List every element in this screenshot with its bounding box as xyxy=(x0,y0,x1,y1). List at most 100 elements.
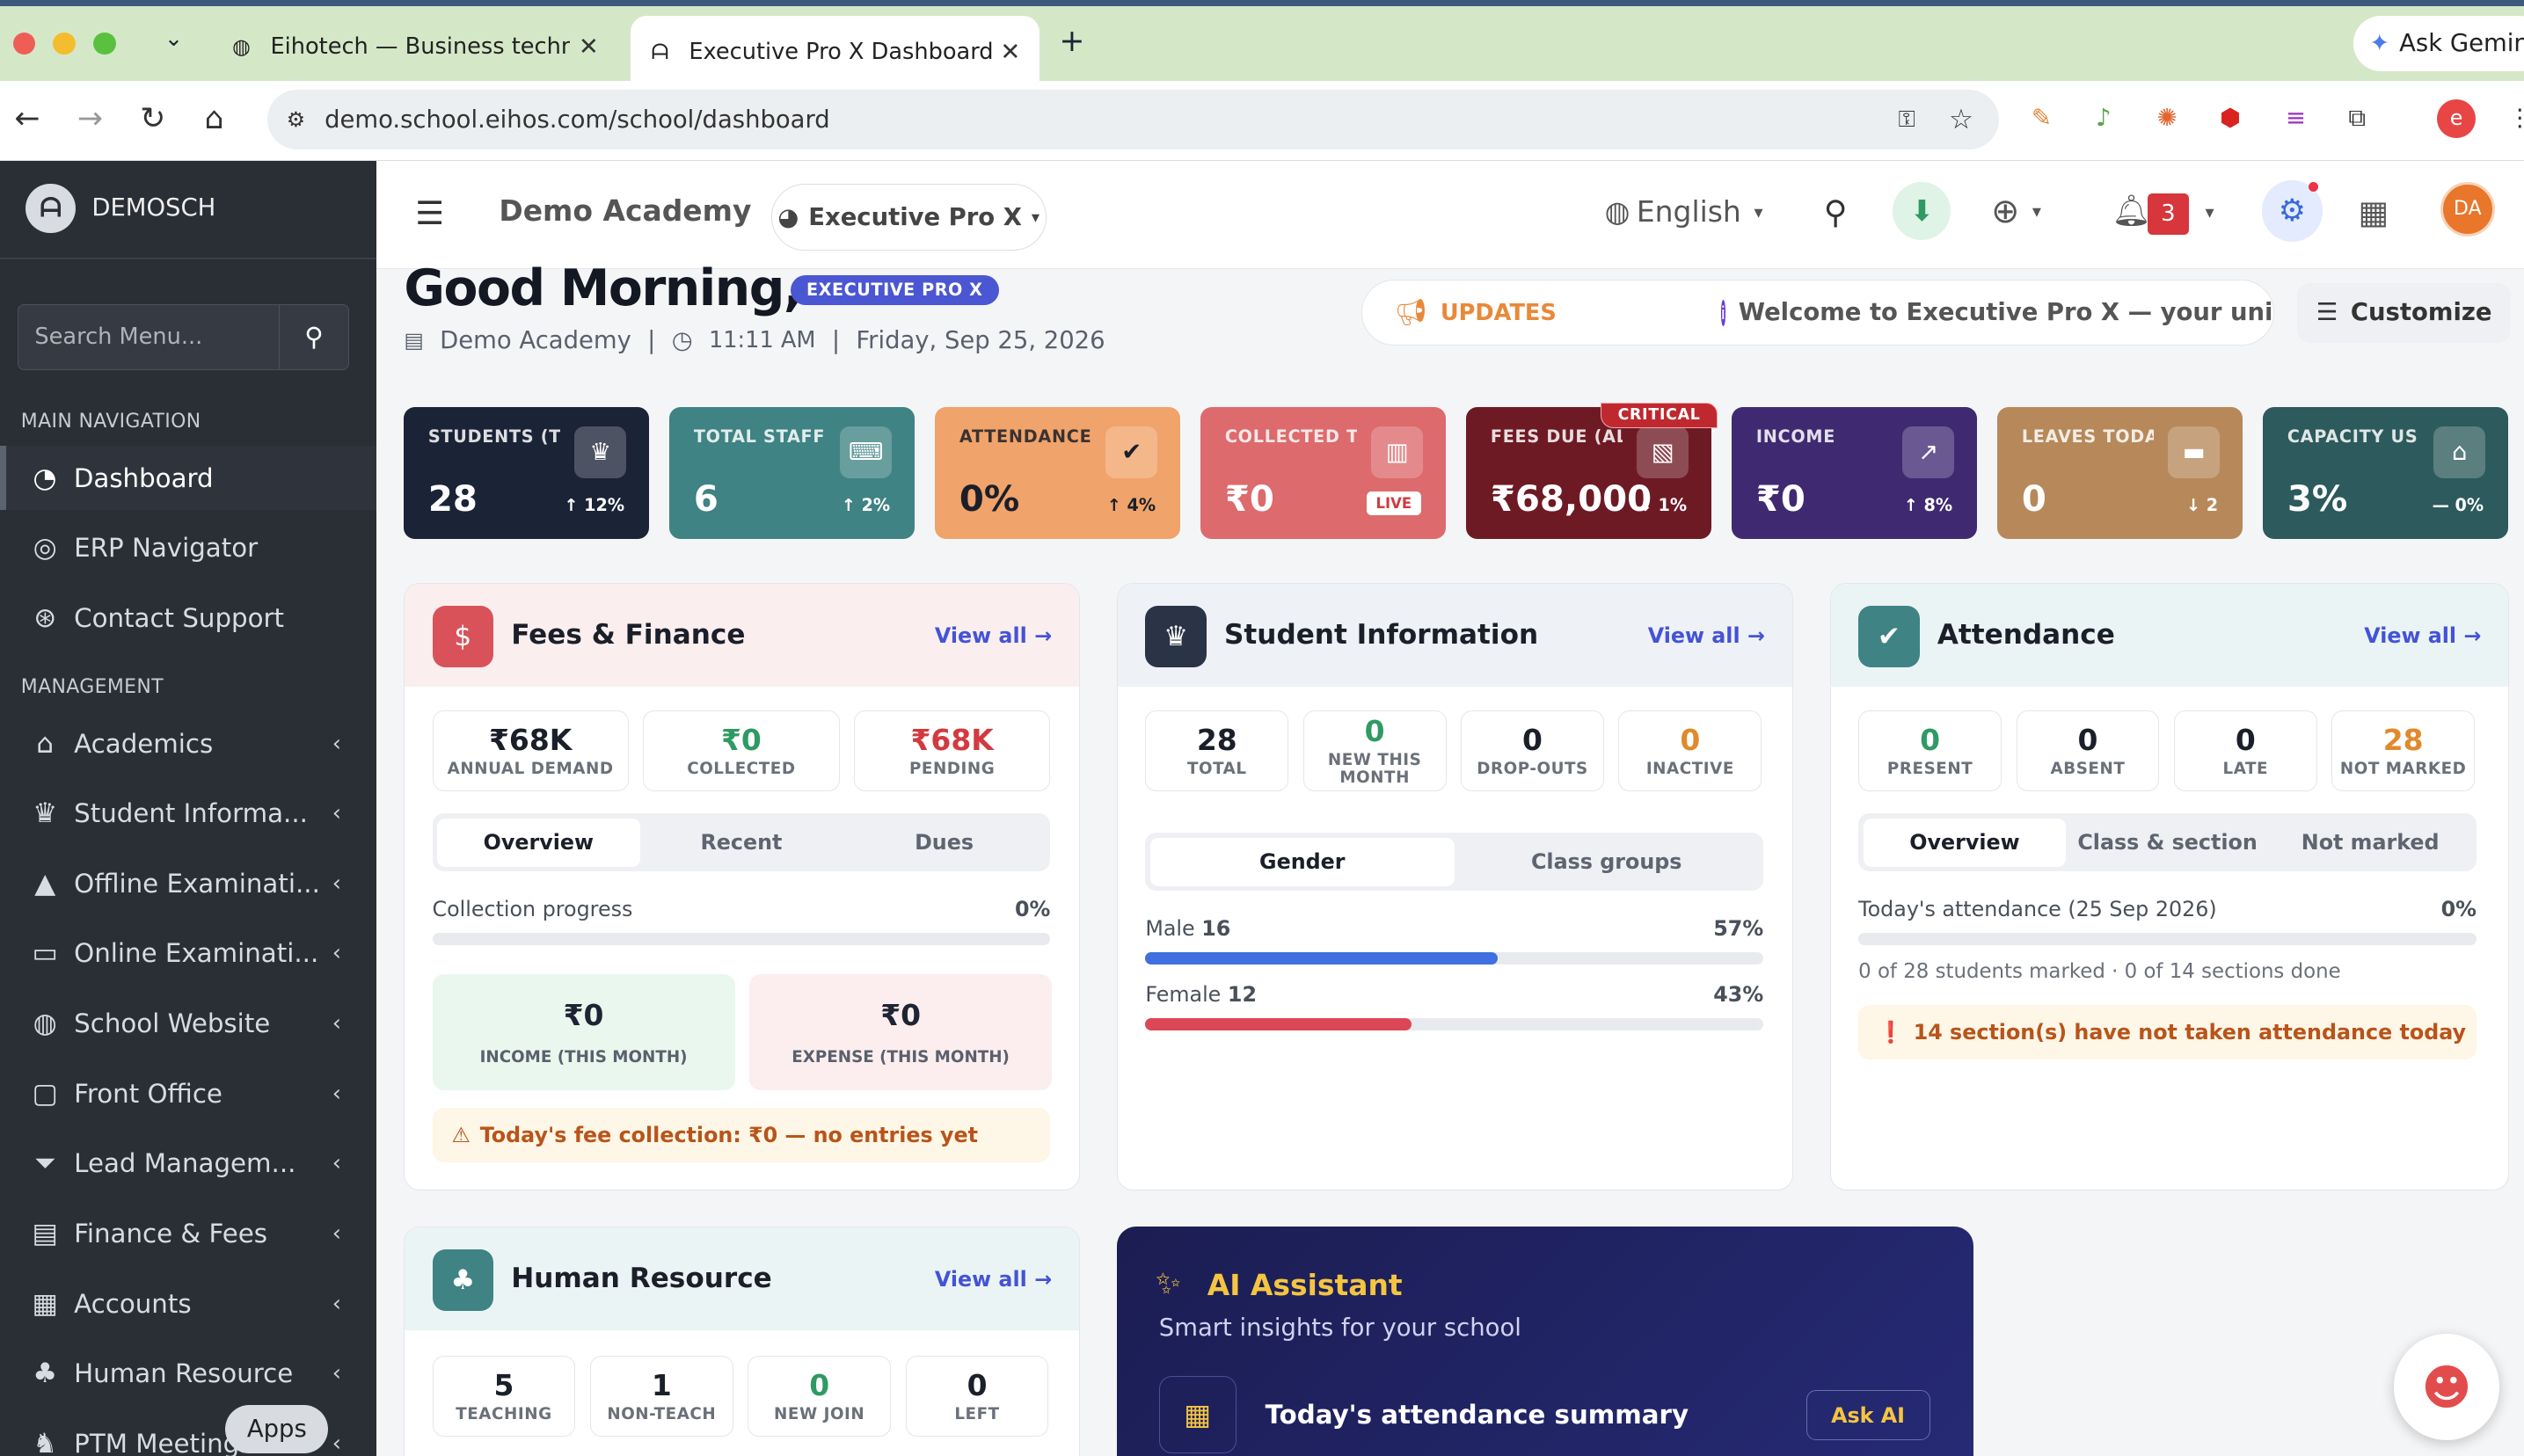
close-tab-icon[interactable]: ✕ xyxy=(579,33,599,61)
maximize-window-icon[interactable] xyxy=(93,32,116,55)
stat-card[interactable]: STUDENTS (T... ♛ 28 ↑ 12% xyxy=(404,407,649,540)
school-name: Demo Academy xyxy=(499,193,752,228)
download-icon[interactable]: ⬇ xyxy=(1893,181,1951,240)
browser-menu-icon[interactable]: ⋮ xyxy=(2508,103,2524,135)
updates-ticker[interactable]: 📢︎ UPDATES i Welcome to Executive Pro X … xyxy=(1361,280,2275,346)
bookmark-star-icon[interactable]: ☆ xyxy=(1949,104,1973,135)
stat-card[interactable]: LEAVES TODAY ▬ 0 ↓ 2 xyxy=(1997,407,2243,540)
globe-icon: ◍ xyxy=(232,34,251,60)
hamburger-menu-icon[interactable]: ☰ xyxy=(415,194,444,232)
alert-circle-icon: ❗ xyxy=(1878,1020,1904,1045)
tab-recent[interactable]: Recent xyxy=(640,819,843,867)
site-settings-icon[interactable]: ⚙ xyxy=(287,107,305,132)
critical-flag: CRITICAL xyxy=(1601,402,1718,428)
stat-card[interactable]: INCOME ↗ ₹0 ↑ 8% xyxy=(1732,407,1977,540)
ask-ai-button[interactable]: Ask AI xyxy=(1805,1390,1930,1441)
sidebar-item-front-office[interactable]: ▢ Front Office ‹ xyxy=(0,1061,376,1125)
tab-executive-dashboard[interactable]: ᗩ Executive Pro X Dashboard ✕ xyxy=(631,16,1040,89)
extensions-puzzle-icon[interactable]: ⧉ xyxy=(2348,103,2366,135)
stat-value: 28 xyxy=(427,479,478,521)
notification-bell-icon[interactable]: 🔔︎ xyxy=(2112,193,2150,229)
magic-wand-icon: ✨︎ xyxy=(1156,1266,1181,1302)
text-extension-icon[interactable]: ≡ xyxy=(2286,103,2306,135)
tab-dues[interactable]: Dues xyxy=(843,819,1046,867)
sidebar-item-offline-examinati-[interactable]: ▲ Offline Examinati... ‹ xyxy=(0,851,376,915)
tab-not-marked[interactable]: Not marked xyxy=(2269,819,2472,867)
status-dot xyxy=(2308,181,2318,192)
chevron-left-icon: ‹ xyxy=(332,730,342,757)
attendance-alert: ❗ 14 section(s) have not taken attendanc… xyxy=(1858,1005,2477,1060)
tab-overview[interactable]: Overview xyxy=(1863,818,2067,867)
hr-view-all-link[interactable]: View all → xyxy=(935,1267,1052,1292)
human-resource-card: ♣ Human Resource View all → 5 TEACHING 1 NO… xyxy=(404,1226,1081,1456)
students-view-all-link[interactable]: View all → xyxy=(1648,623,1765,648)
search-icon[interactable]: ⚲ xyxy=(1824,193,1848,231)
add-new-icon[interactable]: ⊕ ▾ xyxy=(1991,192,2041,231)
theme-selector[interactable]: ◕ Executive Pro X ▾ xyxy=(770,183,1047,251)
forward-icon[interactable]: → xyxy=(77,101,103,136)
sliders-icon: ☰ xyxy=(2316,299,2338,327)
music-extension-icon[interactable]: ♪ xyxy=(2096,103,2112,135)
attendance-view-all-link[interactable]: View all → xyxy=(2364,623,2481,648)
sidebar-item-dashboard[interactable]: ◔ Dashboard xyxy=(0,445,377,511)
stat-card[interactable]: COLLECTED T... ▥ ₹0 LIVE xyxy=(1200,407,1446,540)
tab-class-section[interactable]: Class & section xyxy=(2066,819,2269,867)
tab-list-chevron-icon[interactable]: ⌄ xyxy=(164,25,183,52)
ai-suggestion[interactable]: Today's attendance summary xyxy=(1266,1400,1689,1430)
minimize-window-icon[interactable] xyxy=(53,32,76,55)
sidebar-item-human-resource[interactable]: ♣ Human Resource ‹ xyxy=(0,1342,376,1406)
sidebar-search-input[interactable]: Search Menu... xyxy=(18,303,279,370)
new-tab-button[interactable]: + xyxy=(1059,24,1084,59)
stat-card[interactable]: TOTAL STAFF ⌨ 6 ↑ 2% xyxy=(669,407,915,540)
user-avatar[interactable]: DA xyxy=(2440,181,2495,237)
sidebar-item-accounts[interactable]: ▦ Accounts ‹ xyxy=(0,1271,376,1336)
stat-card[interactable]: FEES DUE (ALL... ▧₹68,000↓ 1% CRITICAL xyxy=(1466,402,1718,540)
address-bar[interactable]: ⚙ demo.school.eihos.com/school/dashboard… xyxy=(266,90,2000,150)
school-icon: ⌂ xyxy=(36,727,55,760)
tab-gender[interactable]: Gender xyxy=(1149,837,1455,886)
back-icon[interactable]: ← xyxy=(14,101,40,136)
sidebar-item-student-informa-[interactable]: ♛ Student Informa... ‹ xyxy=(0,782,376,846)
sidebar-item-academics[interactable]: ⌂ Academics ‹ xyxy=(0,711,376,775)
chevron-down-icon[interactable]: ▾ xyxy=(2206,201,2214,222)
close-tab-icon[interactable]: ✕ xyxy=(1000,39,1020,66)
sidebar-item-erp-navigator[interactable]: ◎ ERP Navigator xyxy=(0,516,376,580)
tab-class-groups[interactable]: Class groups xyxy=(1455,838,1759,886)
stat-card[interactable]: CAPACITY US... ⌂ 3% — 0% xyxy=(2263,407,2508,540)
shield-extension-icon[interactable]: ⬢ xyxy=(2220,103,2241,135)
stat-card[interactable]: ATTENDANCE ✔ 0% ↑ 4% xyxy=(935,407,1180,540)
clock-icon: ◷ xyxy=(671,326,693,354)
chevron-left-icon: ‹ xyxy=(332,1010,342,1037)
attendance-summary-text: 0 of 28 students marked · 0 of 14 sectio… xyxy=(1858,959,2341,983)
home-icon[interactable]: ⌂ xyxy=(204,101,223,136)
summary-stat: 28 NOT MARKED xyxy=(2331,710,2476,791)
key-icon[interactable]: ⚿ xyxy=(1899,106,1916,134)
summary-stat: ₹68K PENDING xyxy=(854,710,1051,791)
sun-extension-icon[interactable]: ✺ xyxy=(2157,103,2177,135)
divider xyxy=(0,257,377,259)
sidebar-item-school-website[interactable]: ◍ School Website ‹ xyxy=(0,991,376,1055)
sidebar-item-contact-support[interactable]: ⊛ Contact Support xyxy=(0,586,376,650)
sidebar-item-online-examinati-[interactable]: ▭ Online Examinati... ‹ xyxy=(0,921,376,986)
ask-gemini-button[interactable]: ✦ Ask Gemin xyxy=(2353,16,2524,71)
laptop-icon: ▭ xyxy=(32,937,58,970)
stat-change: — 0% xyxy=(2432,494,2484,515)
reload-icon[interactable]: ↻ xyxy=(140,101,165,136)
notification-count-badge[interactable]: 3 xyxy=(2147,193,2190,236)
tab-overview[interactable]: Overview xyxy=(436,818,640,867)
sidebar-item-finance-fees[interactable]: ▤ Finance & Fees ‹ xyxy=(0,1201,376,1265)
language-selector[interactable]: ◍ English ▾ xyxy=(1605,194,1763,229)
color-picker-extension-icon[interactable]: ✎ xyxy=(2032,103,2052,135)
chatbot-robot-icon[interactable]: ☻ xyxy=(2393,1334,2500,1441)
sidebar-brand[interactable]: ᗩ DEMOSCH xyxy=(26,183,215,234)
fees-view-all-link[interactable]: View all → xyxy=(935,623,1052,648)
sidebar-item-lead-managem-[interactable]: ⏷ Lead Managem... ‹ xyxy=(0,1132,376,1196)
close-window-icon[interactable] xyxy=(12,32,36,55)
profile-icon[interactable]: e xyxy=(2437,99,2476,139)
live-badge: LIVE xyxy=(1366,491,1422,515)
customize-button[interactable]: ☰ Customize xyxy=(2296,283,2512,343)
sidebar-search-button[interactable]: ⚲ xyxy=(278,303,350,370)
apps-grid-icon[interactable]: ▦ xyxy=(2358,193,2389,231)
tab-eihotech[interactable]: ◍ Eihotech — Business technolo ✕ xyxy=(213,16,618,77)
attendance-tabs: Overview Class & section Not marked xyxy=(1858,813,2477,872)
